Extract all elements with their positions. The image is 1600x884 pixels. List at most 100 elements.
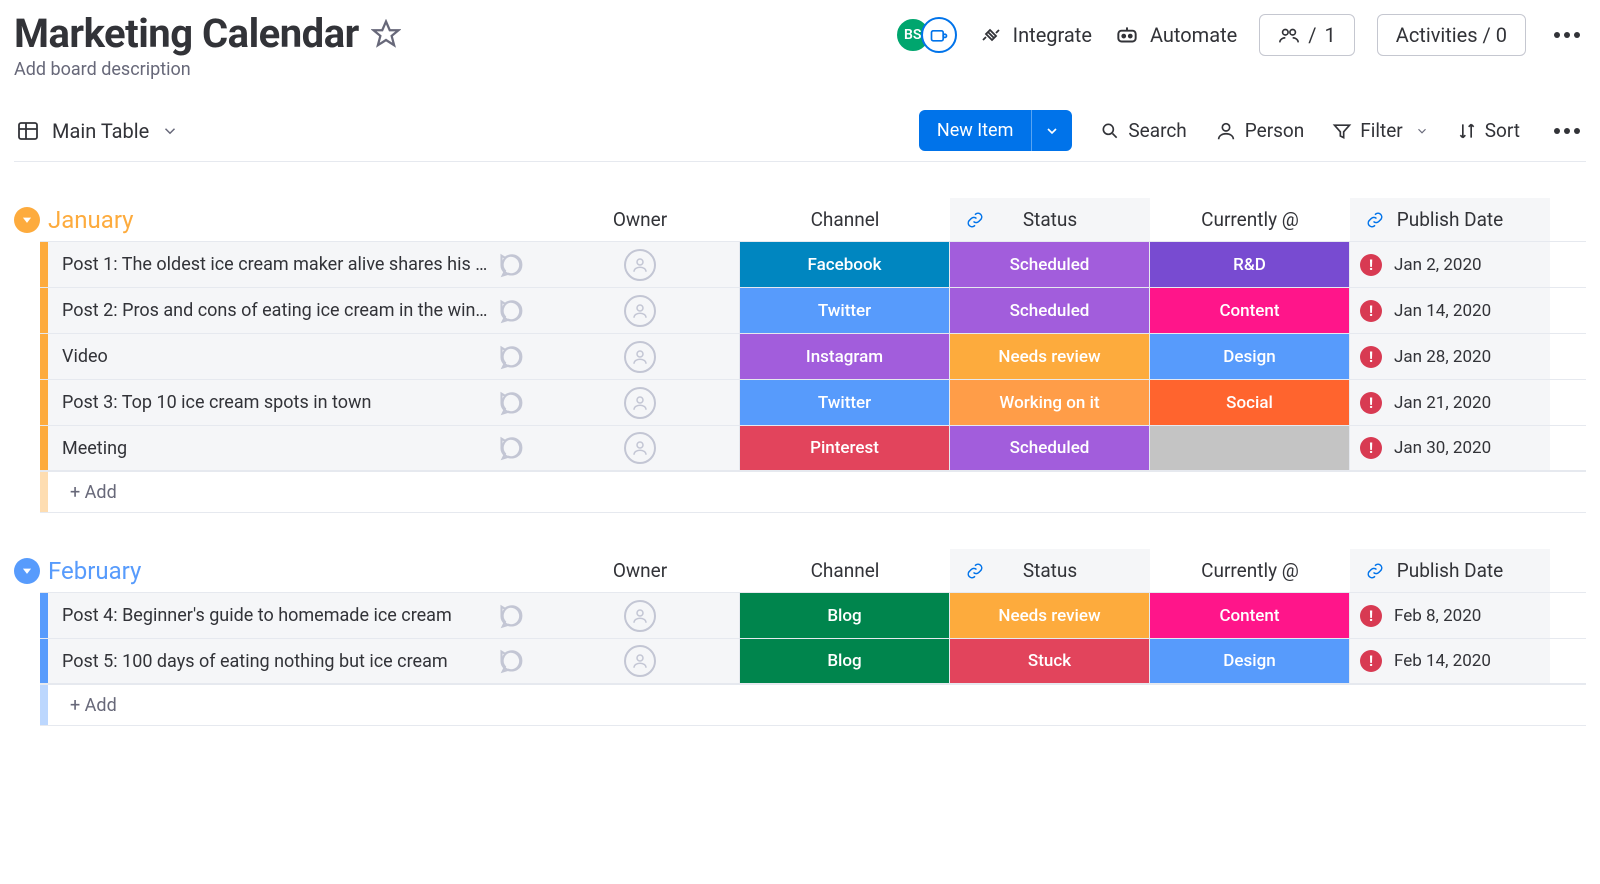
- status-cell[interactable]: Scheduled: [950, 426, 1150, 470]
- view-tab-main-table[interactable]: Main Table: [14, 115, 181, 147]
- column-header-publish-date[interactable]: Publish Date: [1350, 549, 1550, 592]
- publish-date-cell[interactable]: ! Jan 30, 2020: [1350, 426, 1550, 470]
- more-menu-icon[interactable]: [1548, 128, 1586, 134]
- sort-button[interactable]: Sort: [1457, 119, 1520, 142]
- status-cell[interactable]: Scheduled: [950, 288, 1150, 333]
- item-name-cell[interactable]: Post 2: Pros and cons of eating ice crea…: [40, 288, 540, 333]
- publish-date-cell[interactable]: ! Feb 14, 2020: [1350, 639, 1550, 683]
- owner-cell[interactable]: [540, 334, 740, 379]
- automate-button[interactable]: Automate: [1114, 22, 1237, 48]
- column-header-status[interactable]: Status: [950, 198, 1150, 241]
- new-item-button[interactable]: New Item: [919, 110, 1073, 151]
- column-header-status[interactable]: Status: [950, 549, 1150, 592]
- table-row[interactable]: Post 2: Pros and cons of eating ice crea…: [40, 287, 1586, 333]
- more-menu-icon[interactable]: [1548, 32, 1586, 38]
- person-filter-button[interactable]: Person: [1215, 119, 1305, 142]
- currently-cell[interactable]: Design: [1150, 334, 1350, 379]
- add-item-row[interactable]: + Add: [40, 471, 1586, 513]
- item-name-text[interactable]: Post 5: 100 days of eating nothing but i…: [62, 651, 498, 672]
- table-row[interactable]: Post 1: The oldest ice cream maker alive…: [40, 241, 1586, 287]
- status-cell[interactable]: Needs review: [950, 593, 1150, 638]
- add-item-row[interactable]: + Add: [40, 684, 1586, 726]
- table-row[interactable]: Meeting Pinterest Scheduled ! Jan 30, 20…: [40, 425, 1586, 471]
- item-name-cell[interactable]: Video: [40, 334, 540, 379]
- star-icon[interactable]: [371, 19, 401, 49]
- group-title[interactable]: February: [48, 557, 141, 585]
- status-cell[interactable]: Scheduled: [950, 242, 1150, 287]
- integrate-button[interactable]: Integrate: [979, 23, 1092, 47]
- plug-icon: [979, 23, 1003, 47]
- board-description[interactable]: Add board description: [14, 59, 401, 80]
- sort-icon: [1457, 121, 1477, 141]
- owner-avatar-empty: [624, 432, 656, 464]
- members-button[interactable]: / 1: [1259, 14, 1355, 56]
- chat-bubble-icon[interactable]: [498, 343, 526, 371]
- currently-cell[interactable]: Content: [1150, 288, 1350, 333]
- column-header-publish-date[interactable]: Publish Date: [1350, 198, 1550, 241]
- owner-cell[interactable]: [540, 426, 740, 470]
- publish-date-cell[interactable]: ! Jan 14, 2020: [1350, 288, 1550, 333]
- currently-cell[interactable]: Content: [1150, 593, 1350, 638]
- column-header-channel[interactable]: Channel: [740, 198, 950, 241]
- table-row[interactable]: Post 4: Beginner's guide to homemade ice…: [40, 592, 1586, 638]
- owner-cell[interactable]: [540, 639, 740, 683]
- table-row[interactable]: Post 3: Top 10 ice cream spots in town T…: [40, 379, 1586, 425]
- filter-button[interactable]: Filter: [1332, 119, 1428, 142]
- item-name-text[interactable]: Post 3: Top 10 ice cream spots in town: [62, 392, 498, 413]
- board-avatars[interactable]: BS: [895, 17, 957, 53]
- channel-cell[interactable]: Twitter: [740, 380, 950, 425]
- currently-cell[interactable]: [1150, 426, 1350, 470]
- column-header-currently[interactable]: Currently @: [1150, 549, 1350, 592]
- chat-bubble-icon[interactable]: [498, 602, 526, 630]
- channel-cell[interactable]: Blog: [740, 639, 950, 683]
- currently-cell[interactable]: R&D: [1150, 242, 1350, 287]
- status-cell[interactable]: Stuck: [950, 639, 1150, 683]
- item-name-text[interactable]: Video: [62, 346, 498, 367]
- currently-cell[interactable]: Design: [1150, 639, 1350, 683]
- channel-cell[interactable]: Pinterest: [740, 426, 950, 470]
- search-button[interactable]: Search: [1100, 119, 1186, 142]
- channel-cell[interactable]: Twitter: [740, 288, 950, 333]
- publish-date-cell[interactable]: ! Feb 8, 2020: [1350, 593, 1550, 638]
- currently-cell[interactable]: Social: [1150, 380, 1350, 425]
- publish-date-cell[interactable]: ! Jan 2, 2020: [1350, 242, 1550, 287]
- channel-cell[interactable]: Blog: [740, 593, 950, 638]
- collapse-group-button[interactable]: [14, 207, 40, 233]
- item-name-text[interactable]: Post 2: Pros and cons of eating ice crea…: [62, 300, 498, 321]
- item-name-text[interactable]: Post 4: Beginner's guide to homemade ice…: [62, 605, 498, 626]
- new-item-dropdown[interactable]: [1031, 110, 1072, 151]
- board-title[interactable]: Marketing Calendar: [14, 10, 359, 57]
- owner-cell[interactable]: [540, 288, 740, 333]
- table-row[interactable]: Post 5: 100 days of eating nothing but i…: [40, 638, 1586, 684]
- chat-bubble-icon[interactable]: [498, 434, 526, 462]
- column-header-owner[interactable]: Owner: [540, 198, 740, 241]
- guest-view-icon[interactable]: [921, 17, 957, 53]
- column-header-currently[interactable]: Currently @: [1150, 198, 1350, 241]
- item-name-cell[interactable]: Post 3: Top 10 ice cream spots in town: [40, 380, 540, 425]
- chat-bubble-icon[interactable]: [498, 297, 526, 325]
- table-row[interactable]: Video Instagram Needs review Design ! Ja…: [40, 333, 1586, 379]
- chat-bubble-icon[interactable]: [498, 647, 526, 675]
- status-cell[interactable]: Needs review: [950, 334, 1150, 379]
- owner-cell[interactable]: [540, 242, 740, 287]
- channel-cell[interactable]: Facebook: [740, 242, 950, 287]
- status-cell[interactable]: Working on it: [950, 380, 1150, 425]
- column-header-channel[interactable]: Channel: [740, 549, 950, 592]
- publish-date-cell[interactable]: ! Jan 21, 2020: [1350, 380, 1550, 425]
- item-name-cell[interactable]: Post 1: The oldest ice cream maker alive…: [40, 242, 540, 287]
- item-name-cell[interactable]: Post 4: Beginner's guide to homemade ice…: [40, 593, 540, 638]
- item-name-cell[interactable]: Meeting: [40, 426, 540, 470]
- collapse-group-button[interactable]: [14, 558, 40, 584]
- item-name-text[interactable]: Meeting: [62, 438, 498, 459]
- chat-bubble-icon[interactable]: [498, 389, 526, 417]
- publish-date-cell[interactable]: ! Jan 28, 2020: [1350, 334, 1550, 379]
- group-title[interactable]: January: [48, 206, 134, 234]
- activities-button[interactable]: Activities / 0: [1377, 14, 1526, 56]
- owner-cell[interactable]: [540, 593, 740, 638]
- channel-cell[interactable]: Instagram: [740, 334, 950, 379]
- item-name-text[interactable]: Post 1: The oldest ice cream maker alive…: [62, 254, 498, 275]
- item-name-cell[interactable]: Post 5: 100 days of eating nothing but i…: [40, 639, 540, 683]
- chat-bubble-icon[interactable]: [498, 251, 526, 279]
- column-header-owner[interactable]: Owner: [540, 549, 740, 592]
- owner-cell[interactable]: [540, 380, 740, 425]
